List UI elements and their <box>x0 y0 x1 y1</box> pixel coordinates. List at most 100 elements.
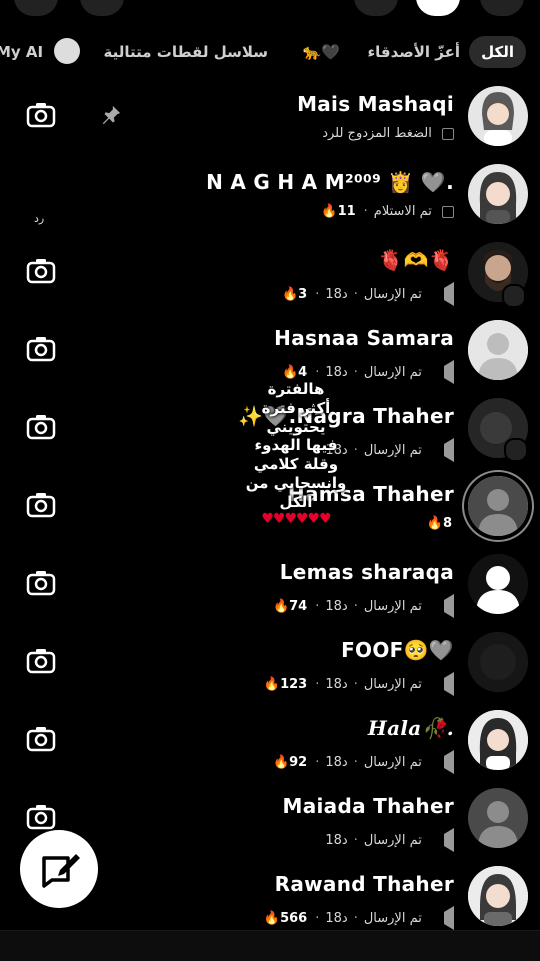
fire-icon: 🔥 <box>272 754 290 770</box>
my-ai-avatar <box>54 38 80 64</box>
separator: · <box>315 676 320 692</box>
hearts-decoration: ♥♥♥♥♥♥ <box>261 511 331 528</box>
streak-count: 566 <box>280 910 308 926</box>
avatar[interactable] <box>468 164 528 224</box>
streak-count: 4 <box>298 364 308 380</box>
camera-icon[interactable] <box>26 726 56 752</box>
sent-arrow-icon <box>432 594 454 618</box>
fire-icon: 🔥 <box>272 598 290 614</box>
avatar-image <box>479 172 517 224</box>
caption-line: وانسحابي من الكل <box>245 473 347 511</box>
fire-icon: 🔥 <box>281 286 299 302</box>
chat-row[interactable]: Mais Mashaqi الضغط المزدوج للرد <box>0 78 540 156</box>
status-text: تم الإرسال <box>363 442 422 458</box>
new-chat-fab[interactable] <box>20 830 98 908</box>
camera-icon[interactable] <box>26 414 56 440</box>
camera-icon[interactable] <box>26 336 56 362</box>
caption-line: أكثر فترة يحتويني <box>261 398 331 436</box>
sent-arrow-icon <box>432 438 454 462</box>
chat-row[interactable]: Hala🥀. 🔥92 · 18د · تم الإرسال <box>0 702 540 780</box>
chat-name: FOOF🥺🩶 <box>341 638 454 662</box>
checkbox-icon <box>442 205 454 218</box>
time-ago: 18د <box>325 754 348 770</box>
chat-row[interactable]: FOOF🥺🩶 🔥123 · 18د · تم الإرسال <box>0 624 540 702</box>
time-ago: 18د <box>325 364 348 380</box>
chat-status: 🔥8 <box>427 516 454 531</box>
more-button[interactable] <box>480 0 524 16</box>
bitmoji-badge <box>502 284 526 308</box>
sent-arrow-icon <box>432 360 454 384</box>
separator: · <box>315 910 320 926</box>
status-text: تم الإرسال <box>363 754 422 770</box>
time-ago: 18د <box>325 598 348 614</box>
time-ago: 18د <box>325 910 348 926</box>
streak-count: 74 <box>289 598 308 614</box>
fire-icon: 🔥 <box>426 516 443 531</box>
sent-arrow-icon <box>432 672 454 696</box>
bottom-nav-bar <box>0 930 540 961</box>
filter-tabs: الكل أعزّ الأصدقاء 🐆🖤 سلاسل لقطات متتالي… <box>0 30 540 74</box>
avatar-placeholder-icon <box>468 554 528 614</box>
camera-icon[interactable] <box>26 570 56 596</box>
separator: · <box>315 754 320 770</box>
separator: · <box>315 598 320 614</box>
avatar[interactable] <box>468 632 528 692</box>
tab-my-ai[interactable]: My AI <box>0 36 43 68</box>
chat-row[interactable]: Hasnaa Samara 🔥4 · 18د · تم الإرسال <box>0 312 540 390</box>
status-text: تم الاستلام <box>373 204 432 219</box>
chat-name: Lemas sharaqa <box>279 560 454 584</box>
time-ago: 18د <box>325 832 348 848</box>
caption-line: فيها الهدوء <box>254 436 338 455</box>
streak-count: 123 <box>280 676 308 692</box>
add-friend-button[interactable] <box>354 0 398 16</box>
camera-icon[interactable] <box>26 648 56 674</box>
chat-status: الضغط المزدوج للرد <box>322 126 454 141</box>
avatar[interactable] <box>468 788 528 848</box>
chat-status: 🔥123 · 18د · تم الإرسال <box>264 672 454 696</box>
avatar[interactable] <box>468 86 528 146</box>
status-text: الضغط المزدوج للرد <box>322 126 432 141</box>
avatar[interactable] <box>468 554 528 614</box>
chat-row[interactable]: 🫀🫶🫀 🔥3 · 18د · تم الإرسال <box>0 234 540 312</box>
checkbox-icon <box>442 127 454 140</box>
chat-name: Maiada Thaher <box>282 794 454 818</box>
chat-name: Rawand Thaher <box>274 872 454 896</box>
avatar[interactable] <box>468 866 528 926</box>
camera-icon[interactable] <box>26 102 56 128</box>
avatar-image <box>468 866 528 926</box>
search-button[interactable] <box>80 0 124 16</box>
tab-best-friends[interactable]: أعزّ الأصدقاء <box>367 36 460 68</box>
pin-icon[interactable] <box>100 104 122 126</box>
separator: · <box>353 364 358 380</box>
chat-row[interactable]: N A G H A M²⁰⁰⁹ 👸 🩶. 🔥11 · تم الاستلام <box>0 156 540 234</box>
chat-row[interactable]: Lemas sharaqa 🔥74 · 18د · تم الإرسال <box>0 546 540 624</box>
avatar-placeholder-icon <box>468 788 528 848</box>
top-bar <box>0 0 540 22</box>
streak-count: 8 <box>442 516 452 531</box>
new-chat-button[interactable] <box>416 0 460 16</box>
status-text: تم الإرسال <box>363 676 422 692</box>
tab-all[interactable]: الكل <box>469 36 526 68</box>
streak-count: 11 <box>337 204 356 219</box>
streak-count: 3 <box>298 286 308 302</box>
chat-status: 🔥11 · تم الاستلام <box>321 204 454 219</box>
status-text: تم الإرسال <box>363 364 422 380</box>
profile-button[interactable] <box>14 0 58 16</box>
chat-status: 18د · تم الإرسال <box>325 828 454 852</box>
separator: · <box>353 598 358 614</box>
chat-status: 🔥3 · 18د · تم الإرسال <box>282 282 454 306</box>
camera-icon[interactable] <box>26 804 56 830</box>
camera-icon[interactable] <box>26 492 56 518</box>
sent-arrow-icon <box>432 282 454 306</box>
avatar[interactable] <box>468 710 528 770</box>
compose-icon <box>42 854 80 888</box>
avatar[interactable] <box>468 320 528 380</box>
camera-icon[interactable] <box>26 258 56 284</box>
fire-icon: 🔥 <box>263 676 281 692</box>
avatar-placeholder-icon <box>468 320 528 380</box>
tab-streaks[interactable]: سلاسل لقطات متتالية <box>104 36 269 68</box>
chat-status: 🔥92 · 18د · تم الإرسال <box>273 750 454 774</box>
avatar[interactable] <box>468 476 528 536</box>
chat-name: 🫀🫶🫀 <box>378 248 454 272</box>
tab-custom-group[interactable]: 🐆🖤 <box>303 36 340 68</box>
